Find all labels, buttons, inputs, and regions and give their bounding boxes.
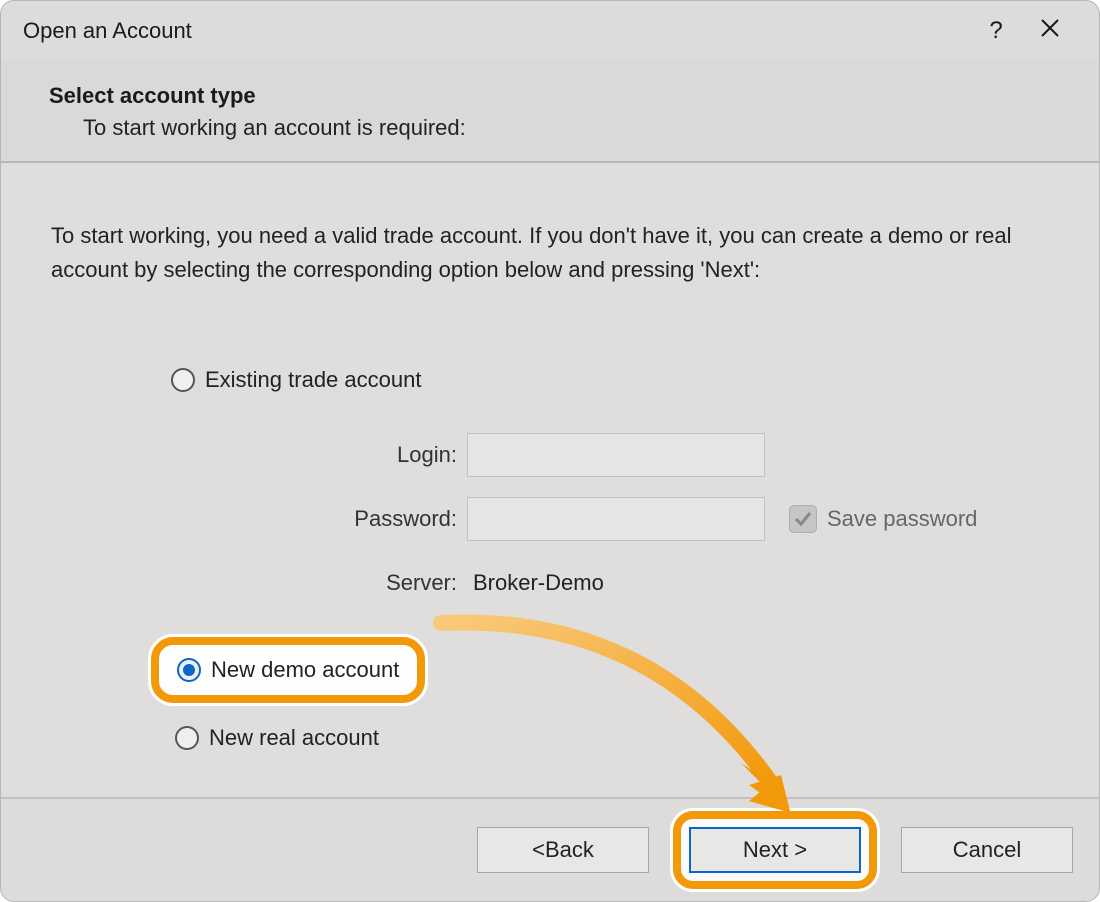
intro-text: To start working, you need a valid trade… <box>51 219 1049 287</box>
radio-icon <box>171 368 195 392</box>
back-button[interactable]: <Back <box>477 827 649 873</box>
dialog-footer: <Back Next > Cancel <box>1 797 1099 901</box>
dialog-window: Open an Account ? Select account type To… <box>0 0 1100 902</box>
radio-existing-account[interactable]: Existing trade account <box>171 359 1049 401</box>
login-label: Login: <box>267 442 467 468</box>
radio-label: New demo account <box>211 657 399 683</box>
help-icon[interactable]: ? <box>969 17 1023 45</box>
password-input[interactable] <box>467 497 765 541</box>
next-highlight: Next > <box>673 811 877 889</box>
server-label: Server: <box>267 570 467 596</box>
save-password-label: Save password <box>827 506 977 532</box>
radio-demo-account[interactable]: New demo account <box>151 637 425 703</box>
radio-label: Existing trade account <box>205 367 421 393</box>
window-title: Open an Account <box>23 18 969 44</box>
account-options: Existing trade account Login: Password: … <box>171 359 1049 759</box>
server-value: Broker-Demo <box>473 570 604 596</box>
next-button[interactable]: Next > <box>689 827 861 873</box>
existing-form: Login: Password: Save password Server: <box>267 423 1049 615</box>
login-input[interactable] <box>467 433 765 477</box>
radio-label: New real account <box>209 725 379 751</box>
radio-icon <box>177 658 201 682</box>
dialog-body: To start working, you need a valid trade… <box>1 163 1099 797</box>
radio-icon <box>175 726 199 750</box>
checkbox-icon <box>789 505 817 533</box>
header-subtitle: To start working an account is required: <box>49 115 1051 141</box>
password-label: Password: <box>267 506 467 532</box>
close-icon[interactable] <box>1023 18 1077 44</box>
header-title: Select account type <box>49 83 1051 109</box>
save-password-checkbox[interactable]: Save password <box>789 505 977 533</box>
title-bar: Open an Account ? <box>1 1 1099 61</box>
header: Select account type To start working an … <box>1 61 1099 163</box>
radio-real-account[interactable]: New real account <box>175 717 1049 759</box>
cancel-button[interactable]: Cancel <box>901 827 1073 873</box>
